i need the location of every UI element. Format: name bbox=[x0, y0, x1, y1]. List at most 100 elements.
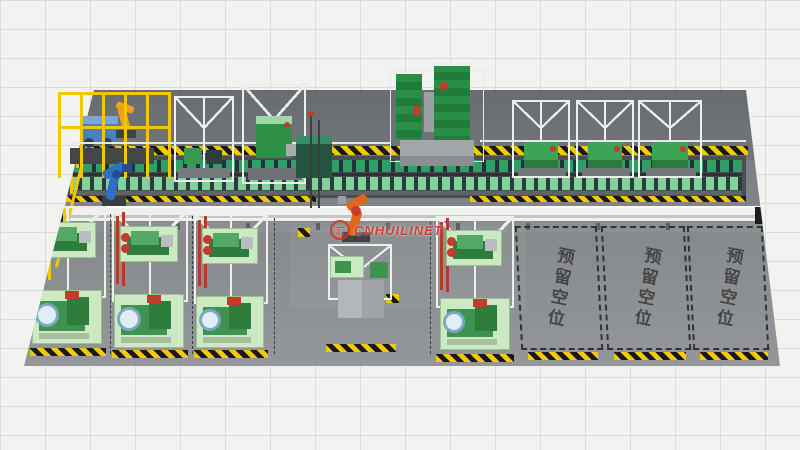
red-cylinder bbox=[203, 246, 212, 255]
red-fitting bbox=[414, 106, 420, 116]
dark-machine-top bbox=[296, 136, 332, 144]
red-cap bbox=[473, 299, 487, 307]
gantry-station-5[interactable] bbox=[638, 100, 702, 178]
hazard-bar bbox=[30, 348, 106, 356]
hazard-bar bbox=[326, 344, 396, 352]
factory-3d-viewport[interactable]: 预留空位 预留空位 预留空位 bbox=[0, 0, 800, 450]
tower-cap bbox=[434, 62, 470, 66]
red-dot bbox=[550, 146, 556, 152]
red-pipe bbox=[116, 216, 119, 284]
robot-counterweight bbox=[122, 164, 132, 172]
dark-unit bbox=[206, 150, 222, 164]
post-flag bbox=[308, 112, 314, 116]
hazard-strip-right bbox=[470, 196, 746, 202]
red-cylinder bbox=[203, 235, 212, 244]
press-column bbox=[424, 92, 434, 132]
machine-mat-upper bbox=[120, 226, 178, 262]
robot-joint bbox=[112, 170, 121, 179]
gantry-station-4[interactable] bbox=[576, 100, 634, 178]
motor-box bbox=[161, 235, 173, 247]
green-unit bbox=[184, 148, 202, 164]
station-base bbox=[518, 168, 566, 176]
station-base bbox=[646, 168, 696, 176]
machine-body bbox=[131, 231, 159, 245]
green-unit-base bbox=[524, 160, 558, 168]
machine-block bbox=[67, 297, 89, 325]
motor-box bbox=[79, 231, 91, 243]
machine-block bbox=[149, 301, 171, 329]
machine-mat-upper bbox=[202, 228, 258, 264]
machine-mat-lower bbox=[114, 294, 184, 348]
conveyor-edge bbox=[70, 191, 742, 195]
reserved-slot-2: 预留空位 bbox=[601, 226, 691, 350]
motor-box bbox=[485, 239, 497, 251]
red-cap bbox=[65, 291, 79, 299]
hazard-bar bbox=[436, 354, 514, 362]
red-pipe bbox=[198, 220, 201, 286]
hazard-bar bbox=[194, 350, 268, 358]
machine-block bbox=[229, 303, 251, 329]
machine-dial bbox=[117, 307, 141, 331]
cell-divider bbox=[274, 218, 275, 354]
motor-box bbox=[241, 237, 253, 249]
watermark: 汇 CNHUILINET bbox=[330, 218, 460, 242]
machine-body bbox=[213, 233, 239, 247]
hazard-block bbox=[298, 228, 310, 237]
red-dot bbox=[440, 82, 448, 90]
red-dot bbox=[680, 146, 686, 152]
machine-cell-3[interactable] bbox=[190, 212, 272, 360]
hazard-bar bbox=[528, 352, 598, 360]
machine-dial bbox=[199, 309, 221, 331]
machine-shadow bbox=[447, 339, 497, 345]
reserved-slot-label: 预留空位 bbox=[709, 244, 747, 331]
machine-shadow bbox=[121, 337, 171, 343]
watermark-logo-icon: 汇 bbox=[330, 220, 350, 240]
small-machine bbox=[335, 261, 351, 273]
green-unit-base bbox=[588, 160, 622, 168]
red-cylinder bbox=[121, 233, 130, 242]
watermark-text: CNHUILINET bbox=[354, 223, 443, 238]
red-cap bbox=[147, 295, 161, 303]
robot-arm-blue[interactable] bbox=[88, 158, 136, 210]
machine-body bbox=[457, 235, 483, 249]
fence-post bbox=[80, 92, 83, 178]
station-mat bbox=[330, 256, 364, 278]
frame-post bbox=[203, 98, 205, 178]
green-unit-base bbox=[652, 160, 688, 168]
station-base bbox=[582, 168, 630, 176]
station-base bbox=[178, 168, 230, 178]
gantry-station-3[interactable] bbox=[512, 100, 570, 178]
fence-post bbox=[146, 92, 149, 178]
gantry-station-1[interactable] bbox=[174, 96, 234, 182]
central-press-machine[interactable] bbox=[390, 62, 486, 170]
hazard-bar bbox=[700, 352, 768, 360]
red-dot bbox=[614, 146, 620, 152]
red-cylinder bbox=[121, 244, 130, 253]
hazard-bar bbox=[112, 350, 188, 358]
machine-shadow bbox=[203, 337, 251, 343]
machine-block bbox=[475, 305, 497, 331]
reserved-slot-1: 预留空位 bbox=[515, 226, 603, 350]
cabinet-side bbox=[362, 280, 384, 318]
machine-mat-lower bbox=[32, 290, 102, 344]
press-tower-right bbox=[434, 64, 470, 148]
pedestal-shadow bbox=[400, 156, 474, 166]
machine-mat-lower bbox=[440, 298, 510, 350]
fence-post bbox=[58, 92, 61, 178]
red-dot bbox=[284, 122, 290, 128]
gantry-post bbox=[310, 116, 312, 208]
fence-rail-mid bbox=[58, 126, 170, 129]
hazard-bar bbox=[614, 352, 686, 360]
dark-machine[interactable] bbox=[296, 136, 332, 178]
fence-rail-top bbox=[58, 92, 170, 95]
blue-machine-top bbox=[80, 116, 118, 124]
machine-cell-2[interactable] bbox=[108, 208, 192, 360]
green-unit bbox=[370, 262, 388, 278]
reserved-slot-3: 预留空位 bbox=[687, 226, 769, 350]
red-cap bbox=[227, 297, 241, 305]
machine-dial bbox=[443, 311, 465, 333]
machine-shadow bbox=[39, 333, 89, 339]
gantry-truss bbox=[244, 86, 304, 120]
reserved-slot-label: 预留空位 bbox=[627, 244, 665, 331]
red-cylinder bbox=[447, 248, 456, 257]
